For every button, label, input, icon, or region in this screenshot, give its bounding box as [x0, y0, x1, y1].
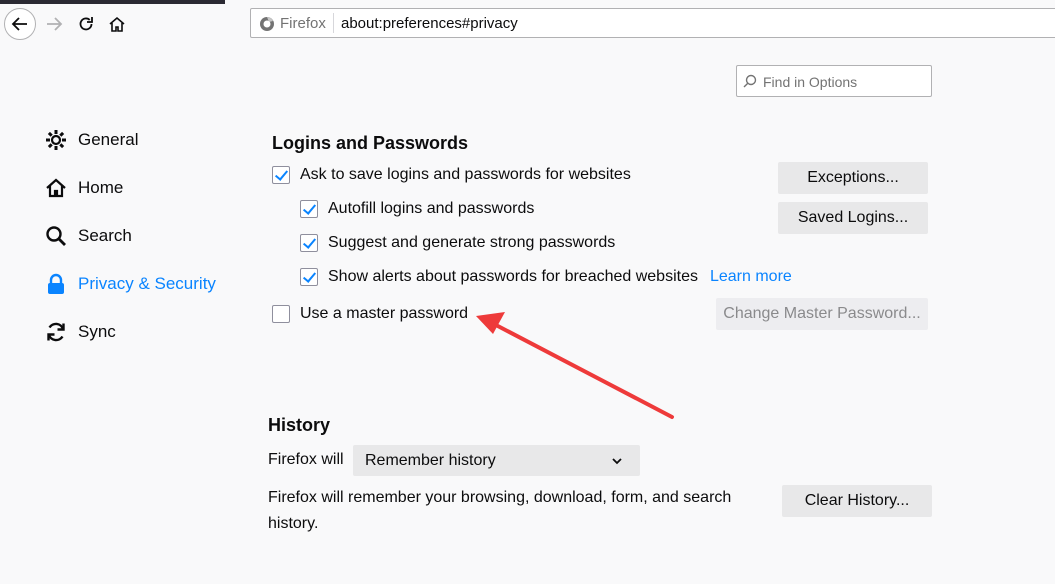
ask-save-logins-label: Ask to save logins and passwords for web… [300, 166, 631, 183]
ask-save-logins-checkbox[interactable] [272, 166, 290, 184]
master-password-label: Use a master password [300, 305, 469, 322]
suggest-passwords-option[interactable]: Suggest and generate strong passwords [300, 231, 615, 255]
forward-button[interactable] [38, 8, 70, 40]
gear-icon [44, 128, 68, 152]
sidebar-item-sync[interactable]: Sync [44, 317, 116, 347]
clear-history-button[interactable]: Clear History... [782, 485, 932, 517]
tab-strip-edge [0, 0, 225, 4]
sidebar-item-label: Home [78, 178, 124, 197]
sidebar-item-label: Privacy & Security [78, 274, 216, 293]
url-bar[interactable]: Firefox about:preferences#privacy [250, 8, 1055, 38]
history-mode-value: Remember history [365, 451, 496, 469]
sidebar-item-label: General [78, 130, 139, 149]
breach-alerts-option[interactable]: Show alerts about passwords for breached… [300, 265, 792, 289]
change-master-password-button[interactable]: Change Master Password... [716, 298, 928, 330]
master-password-checkbox[interactable] [272, 305, 290, 323]
search-icon [743, 74, 757, 88]
learn-more-link[interactable]: Learn more [710, 268, 792, 286]
reload-button[interactable] [70, 8, 102, 40]
chevron-down-icon [612, 457, 622, 464]
sidebar-item-label: Sync [78, 322, 116, 341]
breach-alerts-label: Show alerts about passwords for breached… [328, 268, 698, 285]
autofill-label: Autofill logins and passwords [328, 200, 535, 217]
history-section-title: History [268, 415, 331, 435]
forward-arrow-icon [47, 17, 63, 31]
home-button[interactable] [101, 8, 133, 40]
history-description: Firefox will remember your browsing, dow… [268, 489, 732, 532]
sidebar-item-home[interactable]: Home [44, 173, 123, 203]
suggest-passwords-checkbox[interactable] [300, 234, 318, 252]
sidebar-item-privacy-security[interactable]: Privacy & Security [44, 269, 216, 299]
firefox-logo-icon [260, 16, 274, 31]
sidebar-item-label: Search [78, 226, 132, 245]
lock-icon [44, 272, 68, 296]
breach-alerts-checkbox[interactable] [300, 268, 318, 286]
suggest-passwords-label: Suggest and generate strong passwords [328, 234, 616, 251]
search-icon [44, 224, 68, 248]
site-identity[interactable]: Firefox [259, 15, 326, 32]
back-button[interactable] [4, 8, 36, 40]
sync-icon [44, 320, 68, 344]
reload-icon [79, 17, 93, 31]
history-mode-select[interactable]: Remember history [353, 445, 640, 476]
autofill-checkbox[interactable] [300, 200, 318, 218]
firefox-will-label: Firefox will [268, 451, 344, 468]
exceptions-button[interactable]: Exceptions... [778, 162, 928, 194]
ask-save-logins-option[interactable]: Ask to save logins and passwords for web… [272, 163, 631, 187]
autofill-option[interactable]: Autofill logins and passwords [300, 197, 534, 221]
back-arrow-icon [11, 17, 27, 31]
browser-toolbar: Firefox about:preferences#privacy [0, 0, 1055, 46]
home-icon [44, 176, 68, 200]
find-in-options[interactable] [736, 65, 932, 97]
url-divider [333, 13, 334, 33]
logins-section-title: Logins and Passwords [272, 133, 469, 153]
master-password-option[interactable]: Use a master password [272, 302, 468, 326]
sidebar-item-search[interactable]: Search [44, 221, 132, 251]
find-input[interactable] [761, 70, 930, 94]
url-text[interactable]: about:preferences#privacy [341, 15, 518, 32]
home-icon [109, 16, 125, 32]
identity-label: Firefox [280, 15, 326, 32]
sidebar-item-general[interactable]: General [44, 125, 138, 155]
saved-logins-button[interactable]: Saved Logins... [778, 202, 928, 234]
